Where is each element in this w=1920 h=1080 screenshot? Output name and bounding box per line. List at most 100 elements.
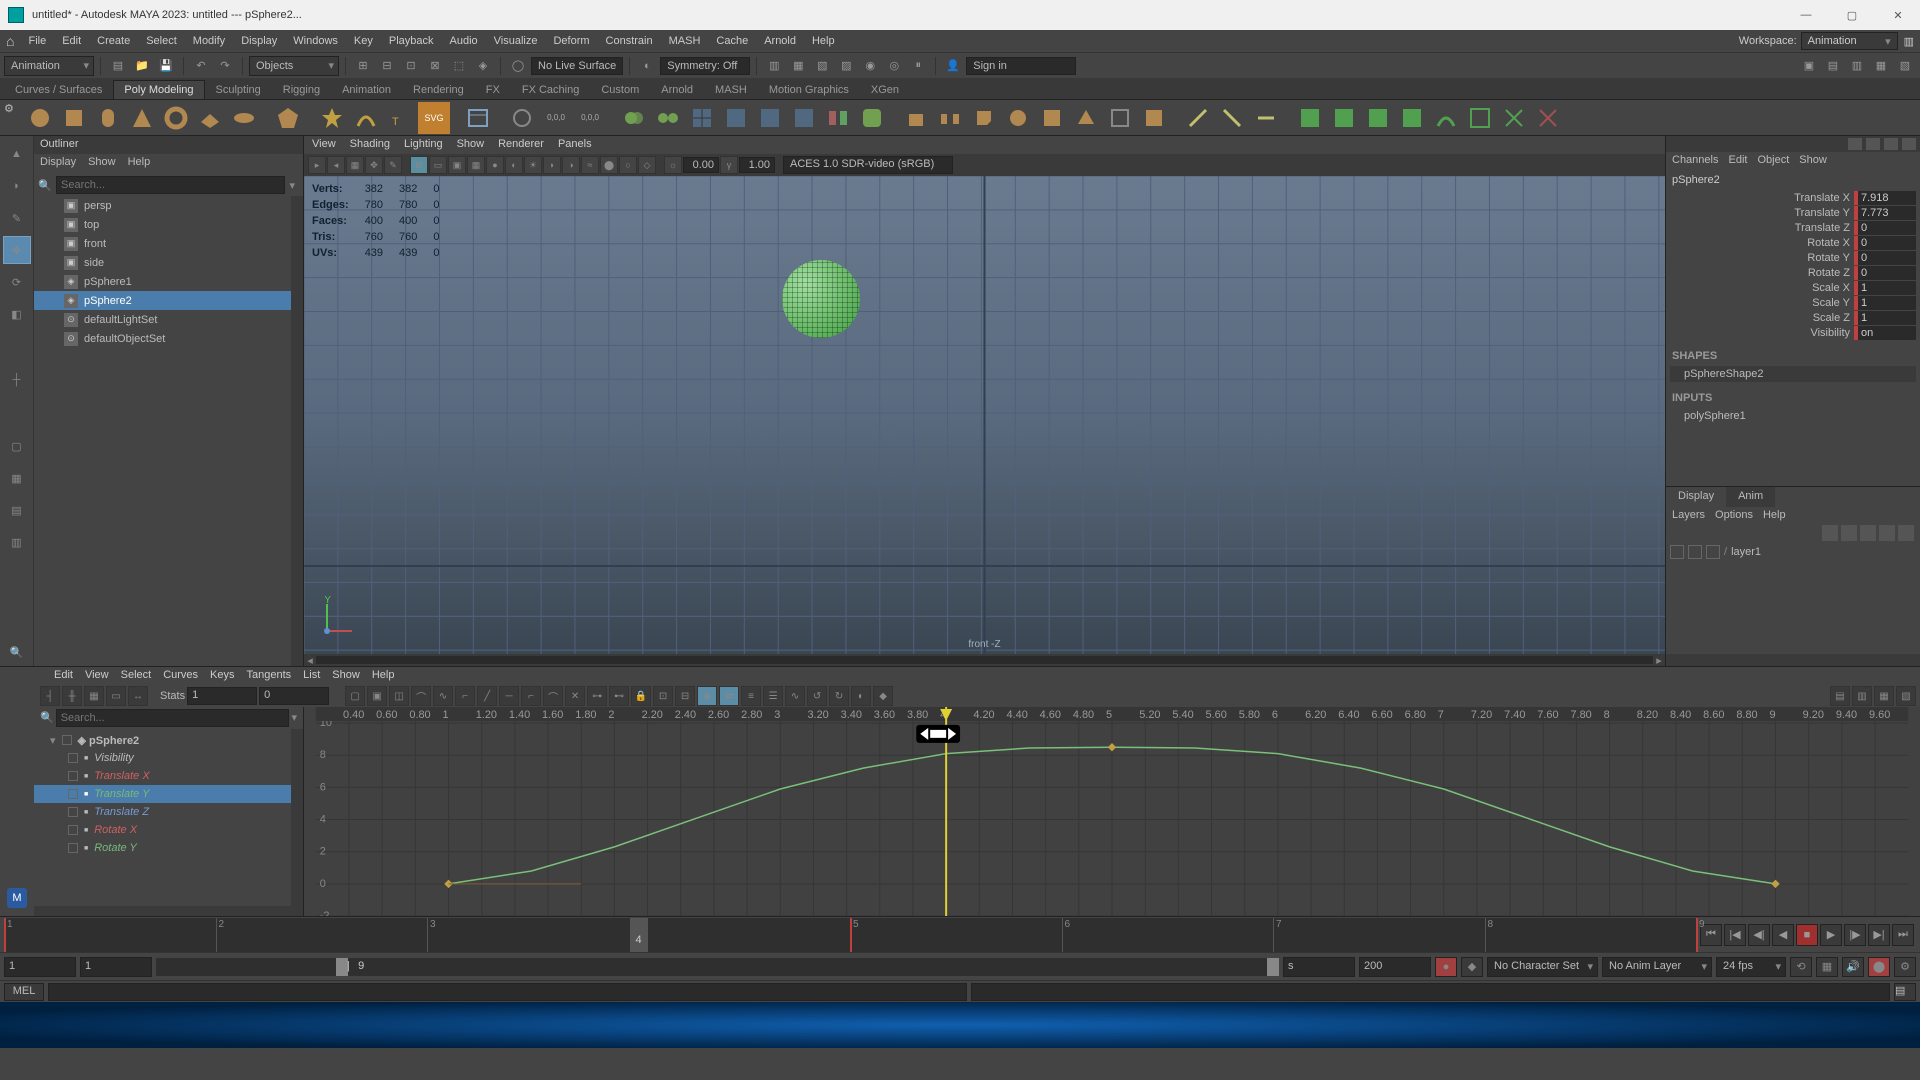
ge-search-input[interactable] — [56, 709, 290, 727]
ge-menu-edit[interactable]: Edit — [54, 669, 73, 683]
channel-attr[interactable]: Visibilityon — [1670, 325, 1916, 340]
save-scene-icon[interactable]: 💾 — [155, 55, 177, 77]
shelf-tab-custom[interactable]: Custom — [590, 80, 650, 99]
menu-edit[interactable]: Edit — [54, 33, 89, 49]
channel-attr-value[interactable]: 1 — [1854, 296, 1916, 310]
channel-attr-value[interactable]: 7.773 — [1854, 206, 1916, 220]
auto-key-icon[interactable]: ● — [1435, 957, 1457, 977]
snap-live-icon[interactable]: ◈ — [472, 55, 494, 77]
script-editor-button[interactable]: ▤ — [1894, 983, 1916, 1001]
step-forward-button[interactable]: |▶ — [1844, 924, 1866, 946]
snap-plane-icon[interactable]: ⊠ — [424, 55, 446, 77]
outliner-item[interactable]: ⊙defaultObjectSet — [34, 329, 303, 348]
vt-grease-icon[interactable]: ✎ — [384, 156, 402, 174]
cb-tab2-icon[interactable] — [1866, 138, 1880, 150]
layer-tab-display[interactable]: Display — [1666, 487, 1726, 507]
account-icon[interactable]: 👤 — [942, 55, 964, 77]
ge-menu-tangents[interactable]: Tangents — [247, 669, 292, 683]
vt-motion-icon[interactable]: ≈ — [581, 156, 599, 174]
helix-icon[interactable] — [350, 102, 382, 134]
grid3-icon[interactable] — [754, 102, 786, 134]
ge-graph-area[interactable]: 1086420-20.400.600.8011.201.401.601.8022… — [304, 707, 1920, 916]
outliner-item[interactable]: ▣persp — [34, 196, 303, 215]
outliner-menu-show[interactable]: Show — [88, 156, 116, 172]
menu-modify[interactable]: Modify — [185, 33, 233, 49]
go-end-button[interactable]: ⏭ — [1892, 924, 1914, 946]
lasso-tool[interactable]: ◗ — [3, 172, 31, 200]
current-time-indicator[interactable]: 4 — [630, 918, 648, 952]
layer-menu-help[interactable]: Help — [1763, 509, 1786, 521]
combine-icon[interactable] — [618, 102, 650, 134]
menu-arnold[interactable]: Arnold — [756, 33, 804, 49]
ge-bake-icon[interactable]: ◆ — [873, 686, 893, 706]
grid2-icon[interactable] — [720, 102, 752, 134]
ge-vscroll[interactable] — [291, 729, 303, 906]
channel-attr-value[interactable]: 1 — [1854, 311, 1916, 325]
svg-icon[interactable]: SVG — [418, 102, 450, 134]
ge-norm-icon[interactable]: ≡ — [741, 686, 761, 706]
rotate-tool[interactable]: ⟳ — [3, 268, 31, 296]
retopo-icon[interactable] — [1396, 102, 1428, 134]
shelf-gear-icon[interactable]: ⚙ — [4, 102, 22, 134]
channel-attr[interactable]: Translate Y7.773 — [1670, 205, 1916, 220]
layout-four-icon[interactable]: ▦ — [3, 464, 31, 492]
bool2-icon[interactable] — [1036, 102, 1068, 134]
viewport[interactable]: Verts:3823820Edges:7807800Faces:4004000T… — [304, 176, 1665, 654]
minimize-button[interactable]: ― — [1792, 5, 1820, 25]
ge-ghost-icon[interactable]: ◐ — [851, 686, 871, 706]
poly-disc-icon[interactable] — [228, 102, 260, 134]
outliner-scrollbar[interactable] — [291, 196, 303, 666]
ge-stats-frame[interactable]: 1 — [187, 687, 257, 705]
ge-plateau-icon[interactable]: ⌒ — [543, 686, 563, 706]
play-end-field[interactable]: s — [1283, 957, 1355, 977]
channel-attr[interactable]: Rotate Y0 — [1670, 250, 1916, 265]
vt-xray-icon[interactable]: ○ — [619, 156, 637, 174]
grid4-icon[interactable] — [788, 102, 820, 134]
hist2-icon[interactable]: ▦ — [787, 55, 809, 77]
outliner-menu-help[interactable]: Help — [128, 156, 151, 172]
script-lang-toggle[interactable]: MEL — [4, 983, 44, 1001]
vp-menu-renderer[interactable]: Renderer — [498, 138, 544, 152]
separate-icon[interactable] — [652, 102, 684, 134]
bridge-icon[interactable] — [934, 102, 966, 134]
vp-menu-shading[interactable]: Shading — [350, 138, 390, 152]
super-shape-icon[interactable] — [316, 102, 348, 134]
vt-lights-icon[interactable]: ☀ — [524, 156, 542, 174]
menu-display[interactable]: Display — [233, 33, 285, 49]
snap-curve-icon[interactable]: ⊟ — [376, 55, 398, 77]
poly-cone-icon[interactable] — [126, 102, 158, 134]
move-tool[interactable]: ✥ — [3, 236, 31, 264]
cb-menu-show[interactable]: Show — [1799, 154, 1827, 170]
anim-layer-combo[interactable]: No Anim Layer — [1602, 957, 1712, 977]
vp-menu-view[interactable]: View — [312, 138, 336, 152]
cb-tab1-icon[interactable] — [1848, 138, 1862, 150]
play-forward-button[interactable]: ▶ — [1820, 924, 1842, 946]
prefs-icon[interactable]: ⚙ — [1894, 957, 1916, 977]
vt-isolate-icon[interactable]: ◇ — [638, 156, 656, 174]
cb-menu-edit[interactable]: Edit — [1728, 154, 1747, 170]
shelf-tab-rendering[interactable]: Rendering — [402, 80, 475, 99]
layer-t-box[interactable] — [1706, 545, 1720, 559]
vt-exposure-field[interactable]: 0.00 — [683, 157, 719, 173]
open-scene-icon[interactable]: 📁 — [131, 55, 153, 77]
ge-retime-icon[interactable]: ↔ — [128, 686, 148, 706]
poly-sphere-icon[interactable] — [24, 102, 56, 134]
command-input[interactable] — [48, 983, 967, 1001]
uv3-icon[interactable] — [1532, 102, 1564, 134]
ge-move-nearest-icon[interactable]: ┤ — [40, 686, 60, 706]
sculpt-icon[interactable] — [1328, 102, 1360, 134]
layer-name[interactable]: layer1 — [1731, 546, 1761, 558]
ge-lock-icon[interactable]: 🔒 — [631, 686, 651, 706]
menu-select[interactable]: Select — [138, 33, 185, 49]
vt-grid-icon[interactable]: ⊞ — [410, 156, 428, 174]
panel-icon-3[interactable]: ▥ — [1846, 55, 1868, 77]
ge-center-icon[interactable]: ◫ — [389, 686, 409, 706]
cache-icon[interactable]: ⬤ — [1868, 957, 1890, 977]
ge-linear-icon[interactable]: ╱ — [477, 686, 497, 706]
layer-menu-options[interactable]: Options — [1715, 509, 1753, 521]
layer-menu-layers[interactable]: Layers — [1672, 509, 1705, 521]
soft-select-icon[interactable] — [506, 102, 538, 134]
ge-curve-icon[interactable]: ∿ — [785, 686, 805, 706]
ge-time-snap-icon[interactable]: ⊡ — [653, 686, 673, 706]
scale-tool[interactable]: ◧ — [3, 300, 31, 328]
